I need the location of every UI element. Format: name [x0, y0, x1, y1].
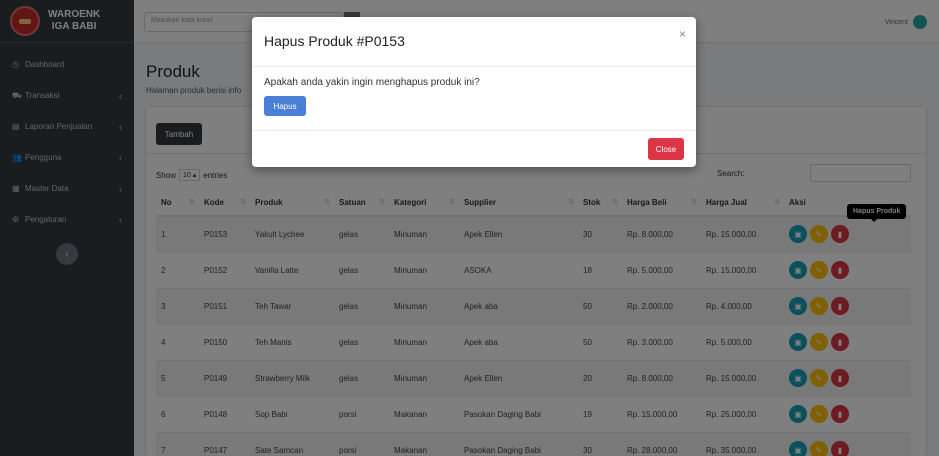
modal-title: Hapus Produk #P0153	[264, 33, 405, 49]
close-icon[interactable]: ×	[679, 27, 686, 41]
modal-footer: Close	[252, 130, 696, 167]
modal-header: Hapus Produk #P0153 ×	[252, 17, 696, 67]
delete-modal: Hapus Produk #P0153 × Apakah anda yakin …	[252, 17, 696, 167]
modal-message: Apakah anda yakin ingin menghapus produk…	[264, 77, 480, 88]
confirm-delete-button[interactable]: Hapus	[264, 96, 306, 116]
modal-body: Apakah anda yakin ingin menghapus produk…	[264, 77, 684, 116]
close-button[interactable]: Close	[648, 138, 684, 160]
app-root: WAROENK IGA BABI ◷Dashboard ⛟Transaksi‹ …	[0, 0, 939, 456]
